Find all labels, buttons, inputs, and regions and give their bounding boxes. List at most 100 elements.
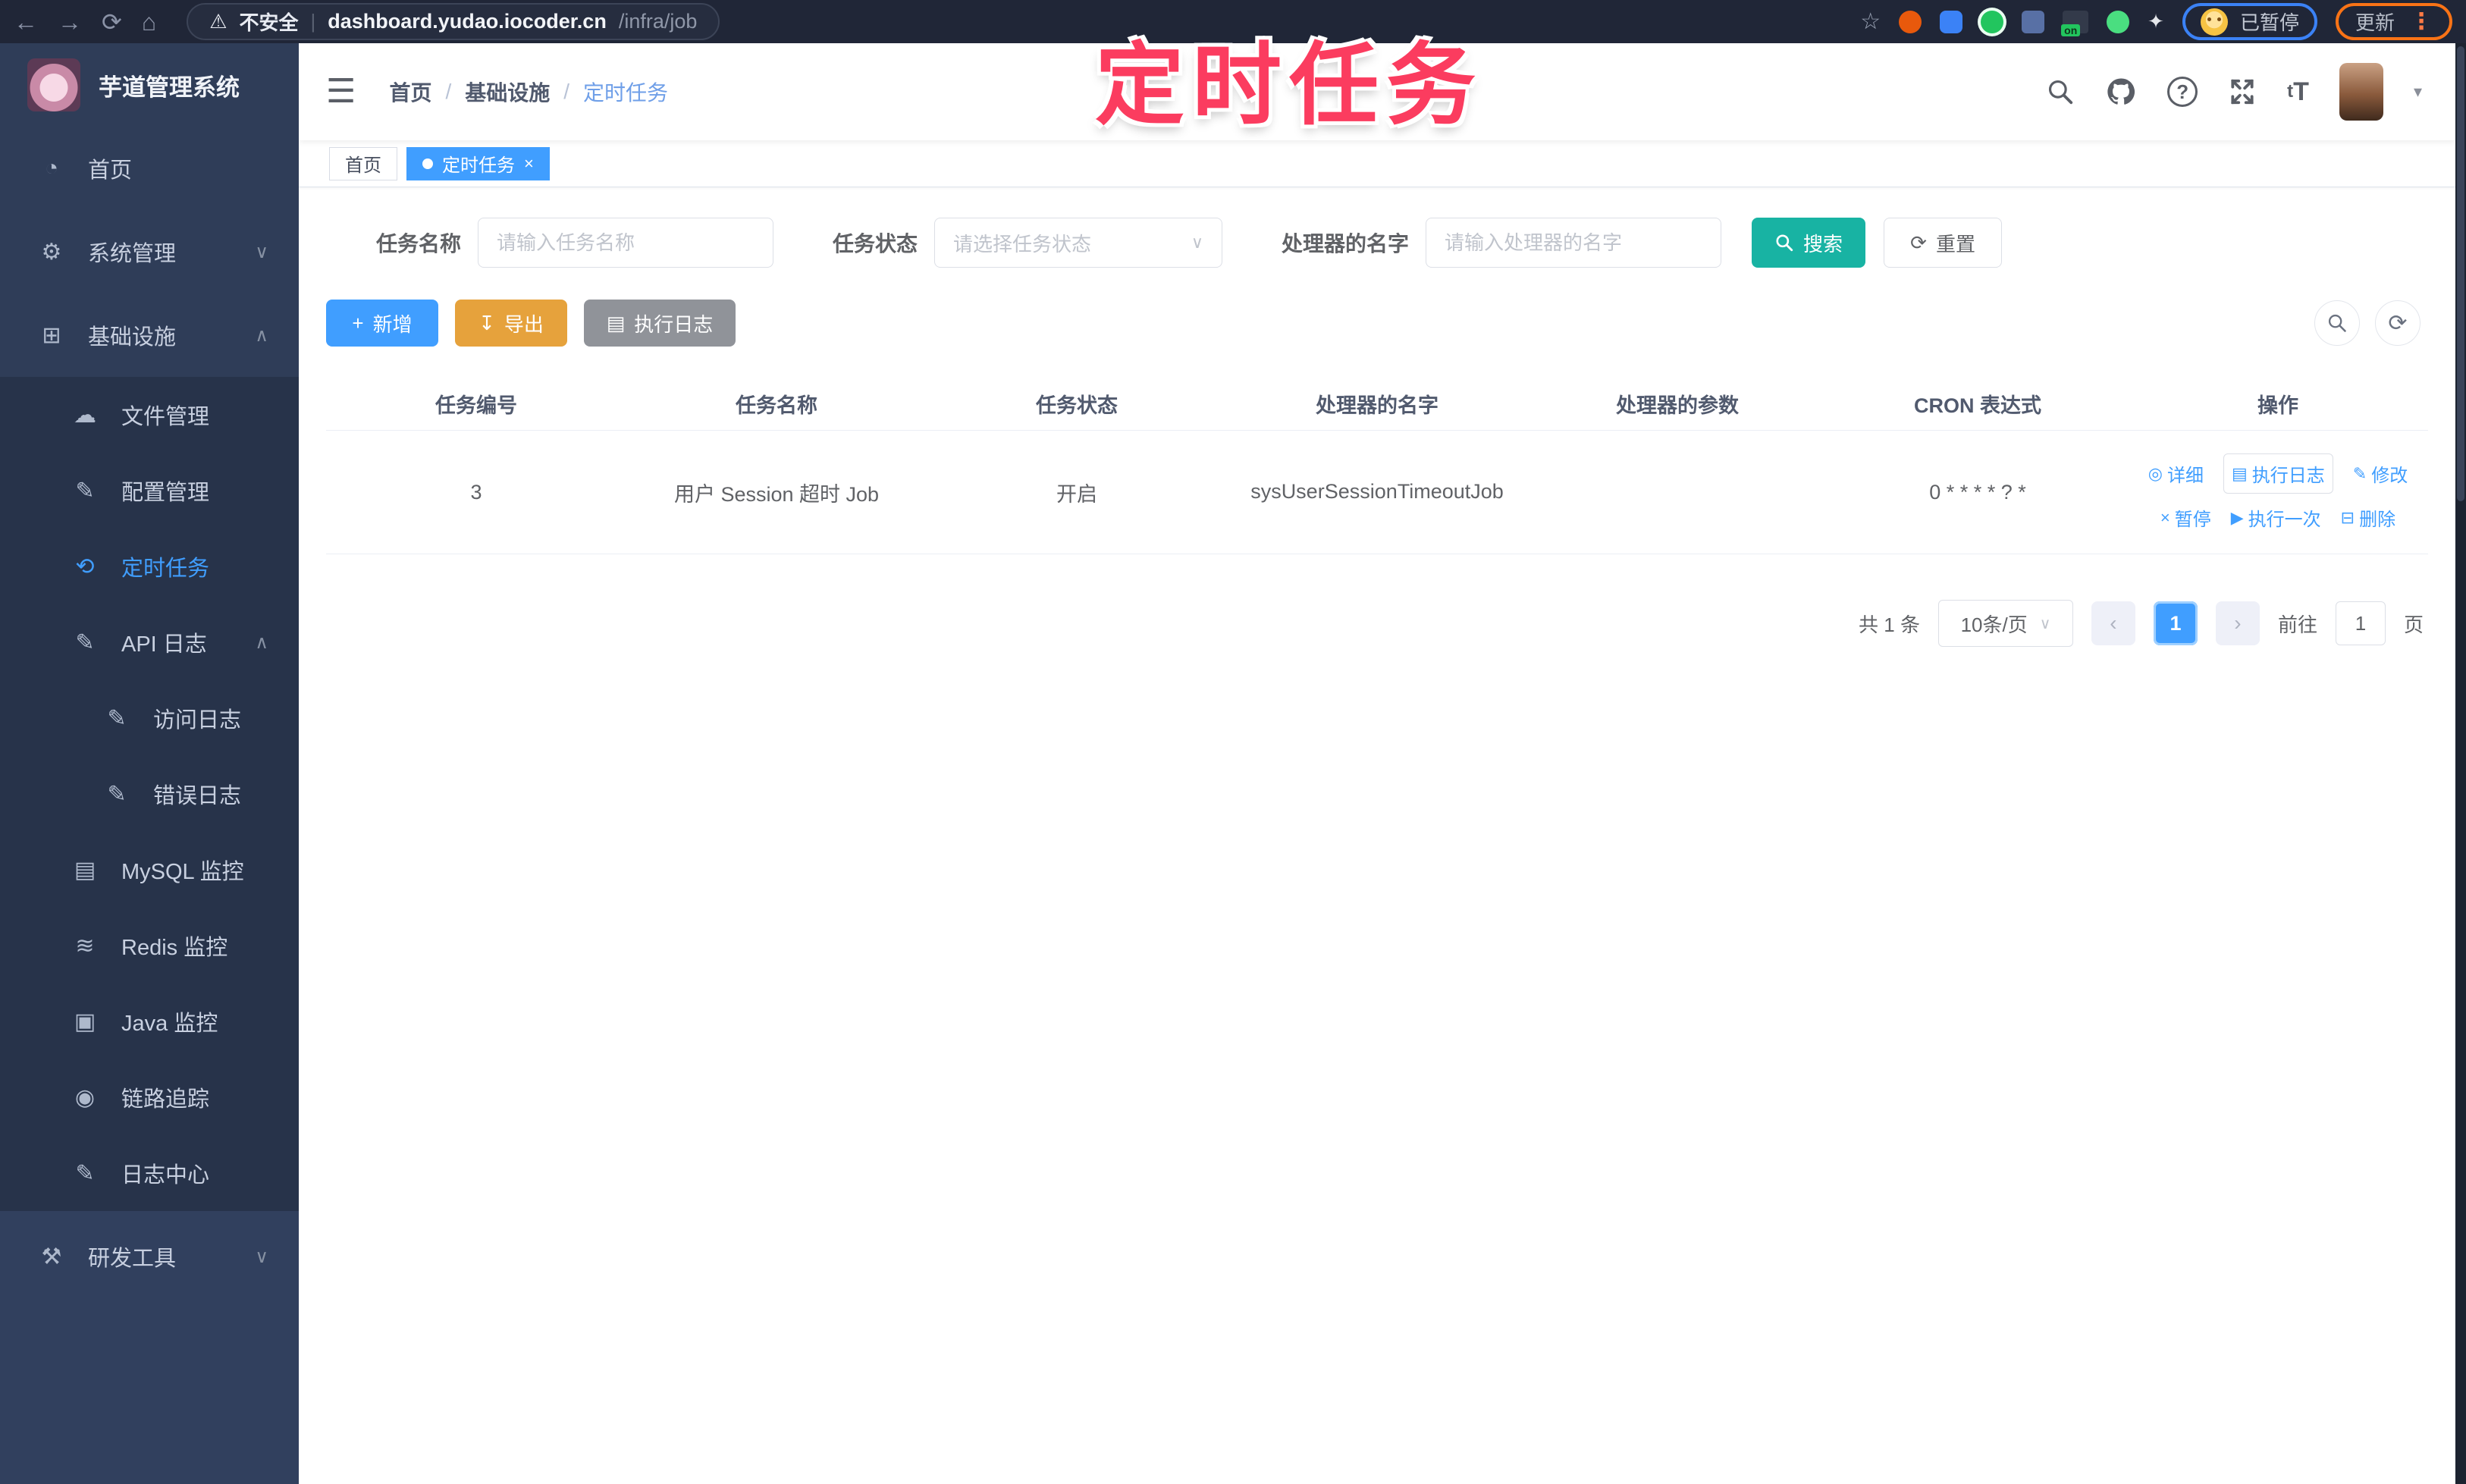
security-label: 不安全 — [239, 11, 299, 34]
run-once-link[interactable]: ▶ 执行一次 — [2231, 504, 2321, 531]
help-icon[interactable]: ? — [2167, 77, 2198, 107]
cell-job-name: 用户 Session 超时 Job — [673, 482, 880, 506]
eye-icon: ◎ — [2148, 463, 2163, 483]
sidebar-item-access-log[interactable]: ✎ 访问日志 — [0, 680, 299, 756]
hamburger-icon[interactable]: ☰ — [326, 75, 356, 108]
search-button[interactable]: 搜索 — [1752, 218, 1866, 268]
tab-scheduled-jobs[interactable]: 定时任务 × — [406, 146, 550, 180]
edit-link[interactable]: ✎ 修改 — [2353, 460, 2408, 487]
extension-paw-icon[interactable]: ✦ — [2148, 10, 2164, 33]
sidebar-item-tracing[interactable]: ◉ 链路追踪 — [0, 1059, 299, 1135]
sidebar-item-dev-tools[interactable]: ⚒ 研发工具 ∨ — [0, 1211, 299, 1302]
avatar-caret-icon[interactable]: ▾ — [2414, 82, 2422, 102]
extension-grid-icon[interactable] — [2022, 10, 2045, 33]
delete-link[interactable]: ⊟ 删除 — [2341, 504, 2395, 531]
export-button[interactable]: ↧ 导出 — [455, 300, 567, 347]
handler-name-input[interactable] — [1426, 218, 1722, 268]
search-icon[interactable] — [2046, 77, 2075, 106]
row-execution-log-link[interactable]: ▤ 执行日志 — [2223, 453, 2333, 494]
back-icon[interactable]: ← — [14, 10, 38, 34]
pause-link[interactable]: × 暂停 — [2160, 504, 2211, 531]
sidebar-item-infra[interactable]: ⊞ 基础设施 ∧ — [0, 293, 299, 377]
close-icon[interactable]: × — [524, 154, 534, 174]
page-unit-label: 页 — [2403, 613, 2424, 636]
cell-handler-param — [1527, 431, 1828, 554]
forward-icon[interactable]: → — [58, 10, 82, 34]
tampermonkey-extension[interactable]: 已暂停 — [2182, 3, 2317, 40]
sidebar-item-label: 系统管理 — [88, 242, 177, 266]
add-button[interactable]: + 新增 — [326, 300, 438, 347]
export-button-label: 导出 — [504, 312, 544, 336]
sidebar-item-mysql-monitor[interactable]: ▤ MySQL 监控 — [0, 832, 299, 908]
sidebar-item-scheduled-jobs[interactable]: ⟲ 定时任务 — [0, 529, 299, 604]
app-logo-row[interactable]: 芋道管理系统 — [0, 43, 299, 127]
execution-log-button[interactable]: ▤ 执行日志 — [584, 300, 736, 347]
job-name-input[interactable] — [478, 218, 774, 268]
cell-cron: 0 * * * * ? * — [1929, 480, 2026, 504]
bookmark-star-icon[interactable]: ☆ — [1860, 8, 1881, 35]
column-header: 任务名称 — [736, 394, 817, 417]
extension-blue-icon[interactable] — [1940, 10, 1963, 33]
page-size-value: 10条/页 — [1960, 613, 2028, 636]
list-icon: ▤ — [606, 311, 626, 334]
column-header: CRON 表达式 — [1914, 394, 2041, 417]
chevron-down-icon: ∨ — [1191, 233, 1204, 252]
github-icon[interactable] — [2105, 76, 2137, 108]
redis-icon: ≋ — [75, 933, 95, 958]
sidebar-item-config-manage[interactable]: ✎ 配置管理 — [0, 453, 299, 529]
home-icon[interactable]: ⌂ — [142, 10, 156, 34]
sidebar-item-java-monitor[interactable]: ▣ Java 监控 — [0, 984, 299, 1059]
next-page-button[interactable]: › — [2215, 601, 2260, 645]
sidebar-submenu: ☁ 文件管理 ✎ 配置管理 ⟲ 定时任务 ✎ API 日志 ∧ ✎ 访问日志 ✎ — [0, 377, 299, 1211]
update-button[interactable]: 更新 — [2355, 8, 2395, 36]
action-label: 暂停 — [2174, 510, 2211, 530]
download-icon: ↧ — [478, 311, 495, 334]
monkey-emoji-icon — [2200, 8, 2228, 36]
sidebar-item-label: 访问日志 — [153, 708, 242, 733]
action-label: 执行日志 — [2251, 466, 2325, 486]
tab-home[interactable]: 首页 — [329, 146, 397, 180]
user-avatar[interactable] — [2339, 63, 2383, 121]
filter-form: 任务名称 任务状态 请选择任务状态 ∨ 处理器的名字 搜索 ⟳ 重置 — [376, 218, 2428, 268]
scrollbar-thumb[interactable] — [2457, 46, 2464, 501]
font-size-icon[interactable]: tT — [2287, 77, 2309, 107]
address-bar[interactable]: ⚠ 不安全 | dashboard.yudao.iocoder.cn /infr… — [187, 3, 720, 40]
detail-link[interactable]: ◎ 详细 — [2148, 460, 2204, 487]
breadcrumb-separator: / — [445, 80, 452, 103]
column-header: 处理器的参数 — [1616, 394, 1739, 417]
breadcrumb-separator: / — [563, 80, 570, 103]
sidebar-item-log-center[interactable]: ✎ 日志中心 — [0, 1135, 299, 1211]
sidebar-item-api-log[interactable]: ✎ API 日志 ∧ — [0, 604, 299, 680]
pagination: 共 1 条 10条/页 ∨ ‹ 1 › 前往 页 — [326, 600, 2428, 647]
reset-button-label: 重置 — [1935, 232, 1975, 256]
sidebar-item-error-log[interactable]: ✎ 错误日志 — [0, 756, 299, 832]
reload-icon[interactable]: ⟳ — [102, 10, 122, 34]
reset-button[interactable]: ⟳ 重置 — [1884, 218, 2003, 268]
prev-page-button[interactable]: ‹ — [2091, 601, 2135, 645]
sidebar-item-system[interactable]: ⚙ 系统管理 ∨ — [0, 210, 299, 293]
page-scrollbar[interactable] — [2455, 43, 2466, 1484]
sidebar-item-label: Java 监控 — [121, 1012, 218, 1036]
toggle-search-icon[interactable] — [2314, 300, 2360, 346]
extension-on-badge: on — [2061, 24, 2081, 36]
handler-name-label: 处理器的名字 — [1282, 232, 1410, 256]
sidebar-item-label: Redis 监控 — [121, 936, 228, 960]
breadcrumb: 首页 / 基础设施 / 定时任务 — [389, 77, 668, 107]
fullscreen-icon[interactable] — [2228, 77, 2257, 106]
extension-sprout-icon[interactable] — [2107, 10, 2130, 33]
extension-green-icon[interactable] — [1981, 10, 2004, 33]
breadcrumb-home[interactable]: 首页 — [389, 77, 431, 107]
sidebar-item-home[interactable]: ◔ 首页 — [0, 127, 299, 210]
page-number-button[interactable]: 1 — [2153, 601, 2198, 645]
job-status-select[interactable]: 请选择任务状态 ∨ — [934, 218, 1223, 268]
browser-update-area[interactable]: 更新 ⋮ — [2335, 3, 2452, 40]
sidebar-item-file-manage[interactable]: ☁ 文件管理 — [0, 377, 299, 453]
goto-page-input[interactable] — [2335, 601, 2386, 645]
browser-menu-icon[interactable]: ⋮ — [2410, 8, 2433, 35]
extension-orange-icon[interactable] — [1899, 10, 1922, 33]
page-size-select[interactable]: 10条/页 ∨ — [1937, 600, 2073, 647]
extension-proxy-icon[interactable]: on — [2061, 10, 2089, 36]
breadcrumb-infra[interactable]: 基础设施 — [465, 77, 550, 107]
sidebar-item-redis-monitor[interactable]: ≋ Redis 监控 — [0, 908, 299, 984]
refresh-icon[interactable]: ⟳ — [2375, 300, 2421, 346]
